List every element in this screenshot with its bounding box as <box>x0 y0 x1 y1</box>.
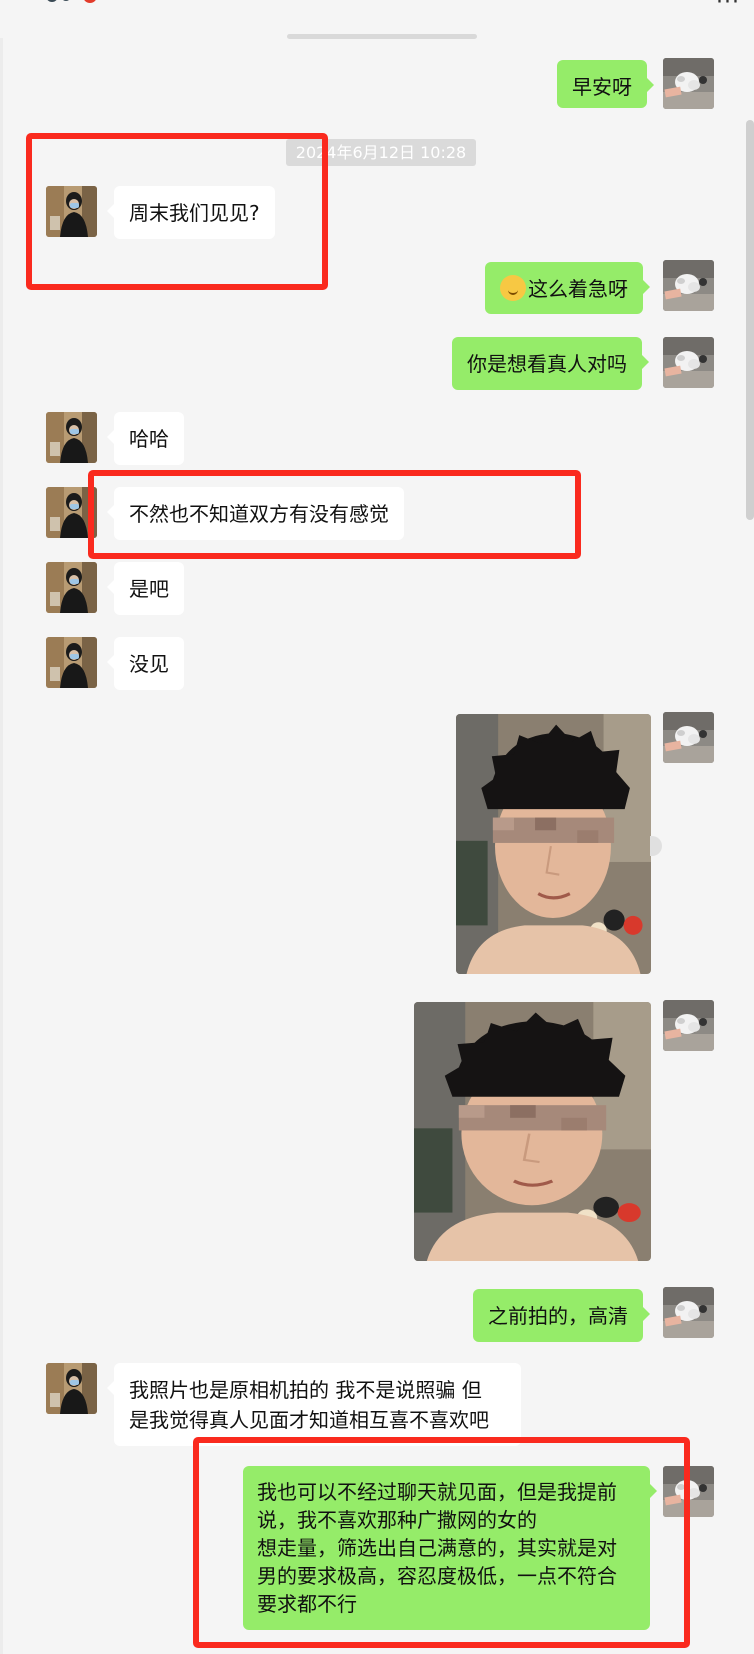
my-avatar[interactable] <box>663 337 714 388</box>
scrollbar[interactable] <box>746 120 754 520</box>
my-avatar[interactable] <box>663 260 714 311</box>
outgoing-message[interactable]: 你是想看真人对吗 <box>452 337 649 390</box>
window-left-edge <box>0 0 3 1654</box>
outgoing-message[interactable]: 这么着急呀 <box>485 262 650 314</box>
thinking-face-emoji <box>500 275 526 301</box>
message-text: 是吧 <box>129 577 169 601</box>
incoming-message[interactable]: 我照片也是原相机拍的 我不是说照骗 但 是我觉得真人见面才知道相互喜不喜欢吧 <box>107 1363 521 1446</box>
outgoing-message[interactable]: 早安呀 <box>557 60 654 108</box>
incoming-message[interactable]: 是吧 <box>107 562 184 615</box>
my-avatar[interactable] <box>663 1000 714 1051</box>
highlight-box <box>193 1437 690 1648</box>
highlight-box <box>88 470 581 559</box>
header-icons-partial <box>47 0 96 3</box>
incoming-message[interactable]: 哈哈 <box>107 412 184 465</box>
message-text: 没见 <box>129 652 169 676</box>
message-text: 哈哈 <box>129 427 169 451</box>
message-text-line: 我照片也是原相机拍的 我不是说照骗 但 <box>129 1378 482 1402</box>
message-text: 之前拍的，高清 <box>488 1304 628 1328</box>
image-message[interactable] <box>456 714 651 974</box>
my-avatar[interactable] <box>663 58 714 109</box>
message-text-line: 是我觉得真人见面才知道相互喜不喜欢吧 <box>129 1408 489 1432</box>
my-avatar[interactable] <box>663 1287 714 1338</box>
message-text: 早安呀 <box>572 75 632 99</box>
message-text: 你是想看真人对吗 <box>467 352 627 376</box>
scroll-indicator <box>287 34 477 39</box>
outgoing-message[interactable]: 之前拍的，高清 <box>473 1289 650 1342</box>
image-status-indicator <box>650 836 662 856</box>
contact-avatar[interactable] <box>46 1363 97 1414</box>
chat-header: ··· <box>0 0 754 38</box>
highlight-box <box>26 133 328 290</box>
more-dots-icon[interactable]: ··· <box>716 0 740 15</box>
message-text: 这么着急呀 <box>528 277 628 301</box>
contact-avatar[interactable] <box>46 412 97 463</box>
my-avatar[interactable] <box>663 712 714 763</box>
incoming-message[interactable]: 没见 <box>107 637 184 690</box>
contact-avatar[interactable] <box>46 562 97 613</box>
contact-avatar[interactable] <box>46 637 97 688</box>
image-message[interactable] <box>414 1002 651 1261</box>
